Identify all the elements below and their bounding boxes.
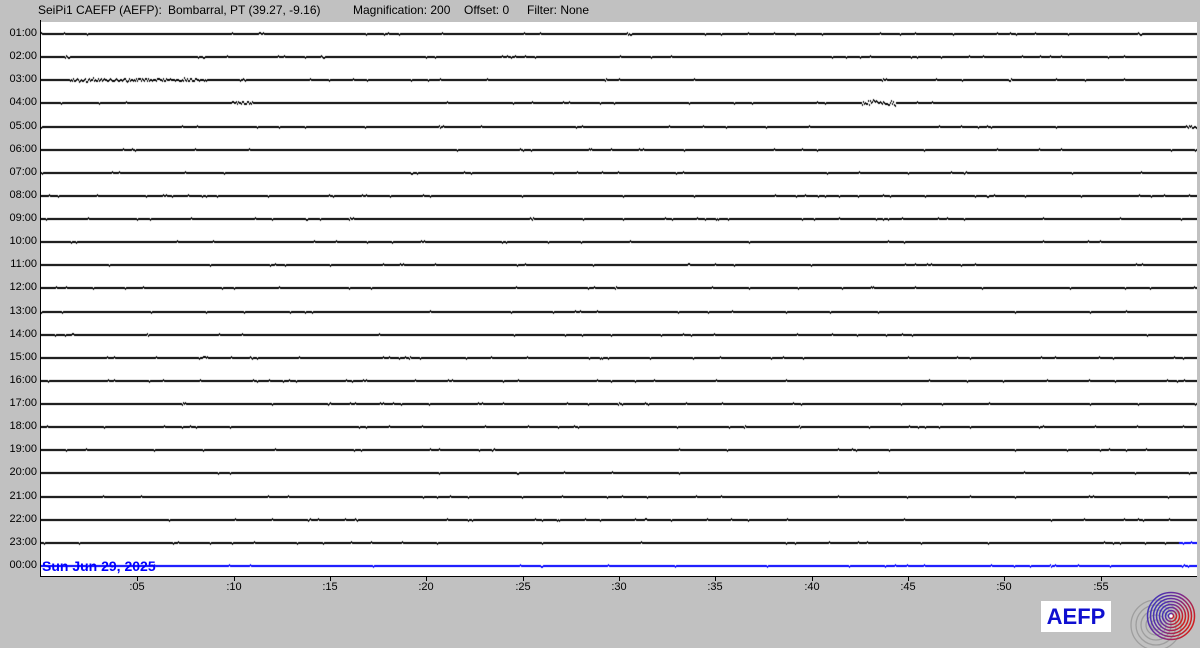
hour-tick-label: 21:00	[9, 490, 37, 502]
filter-label: Filter: None	[527, 3, 590, 17]
hour-tick-label: 01:00	[9, 27, 37, 39]
minute-tick-label: :10	[226, 581, 242, 593]
logo-color-rings	[1146, 591, 1196, 641]
station-label: SeiPi1 CAEFP (AEFP):	[38, 3, 162, 17]
minute-tick-label: :50	[996, 581, 1012, 593]
hour-tick-label: 06:00	[9, 143, 37, 155]
minute-tick-label: :35	[707, 581, 723, 593]
location-label: Bombarral, PT (39.27, -9.16)	[168, 3, 321, 17]
hour-tick-label: 19:00	[9, 443, 37, 455]
minute-tick-label: :20	[418, 581, 434, 593]
hour-tick-label: 02:00	[9, 50, 37, 62]
hour-tick-label: 04:00	[9, 96, 37, 108]
hour-tick-label: 11:00	[10, 258, 37, 270]
hour-tick-label: 03:00	[9, 73, 37, 85]
hour-tick-label: 07:00	[9, 166, 37, 178]
hour-tick-label: 05:00	[9, 120, 37, 132]
hour-tick-label: 18:00	[9, 420, 37, 432]
helicorder-window: { "header": { "station": "SeiPi1 CAEFP (…	[0, 0, 1200, 648]
hour-tick-label: 14:00	[9, 328, 37, 340]
minute-tick-label: :45	[900, 581, 916, 593]
minute-tick-label: :30	[611, 581, 627, 593]
minute-tick-label: :40	[804, 581, 820, 593]
hour-tick-label: 10:00	[9, 235, 37, 247]
hour-tick-label: 08:00	[9, 189, 37, 201]
magnification-label: Magnification: 200	[353, 3, 451, 17]
hour-tick-label: 09:00	[9, 212, 37, 224]
current-date-label: Sun Jun 29, 2025	[42, 558, 156, 574]
hour-tick-label: 20:00	[9, 466, 37, 478]
hour-tick-label: 17:00	[9, 397, 37, 409]
hour-tick-label: 23:00	[9, 536, 37, 548]
hour-tick-label: 00:00	[9, 559, 37, 571]
aefp-logo-text: AEFP	[1046, 603, 1106, 629]
hour-tick-label: 12:00	[9, 281, 37, 293]
minute-tick-label: :55	[1093, 581, 1109, 593]
minute-tick-label: :15	[322, 581, 338, 593]
hour-tick-label: 16:00	[9, 374, 37, 386]
seismic-trace-canvas[interactable]	[41, 22, 1197, 576]
offset-label: Offset: 0	[464, 3, 510, 17]
hour-tick-label: 22:00	[9, 513, 37, 525]
minute-tick-label: :25	[515, 581, 531, 593]
aefp-logo-box: AEFP	[1041, 601, 1111, 632]
aefp-spiral-logo	[1130, 591, 1196, 648]
helicorder-plot-area[interactable]	[40, 22, 1197, 577]
hour-tick-label: 15:00	[9, 351, 37, 363]
minute-tick-label: :05	[129, 581, 145, 593]
hour-tick-label: 13:00	[9, 305, 37, 317]
